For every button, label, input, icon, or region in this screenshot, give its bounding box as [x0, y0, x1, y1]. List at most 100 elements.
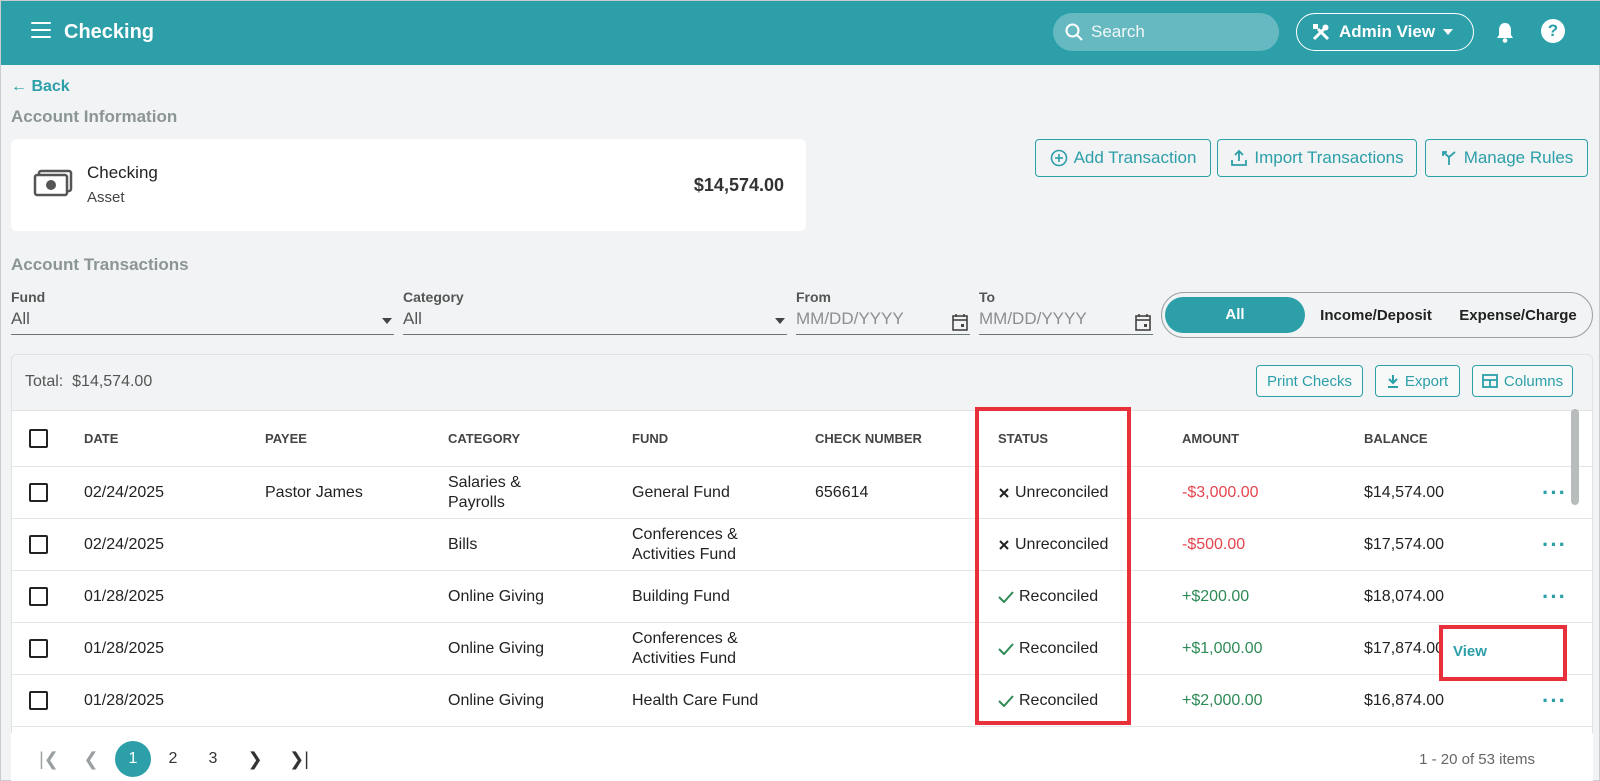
search-box[interactable] — [1053, 13, 1279, 51]
columns-icon — [1482, 374, 1498, 388]
toggle-expense-charge[interactable]: Expense/Charge — [1447, 307, 1589, 324]
row-checkbox[interactable] — [29, 535, 48, 554]
upload-icon — [1231, 149, 1248, 166]
to-date-placeholder: MM/DD/YYYY — [979, 309, 1087, 328]
page-3[interactable]: 3 — [195, 741, 231, 777]
row-checkbox[interactable] — [29, 587, 48, 606]
row-checkbox[interactable] — [29, 483, 48, 502]
table-row: 01/28/2025 Online Giving Building Fund R… — [12, 571, 1592, 623]
col-amount[interactable]: AMOUNT — [1182, 411, 1239, 466]
row-category: Online Giving — [448, 587, 545, 605]
more-actions-icon[interactable]: ··· — [1542, 467, 1567, 518]
from-date-field[interactable]: From MM/DD/YYYY — [796, 289, 970, 335]
transaction-type-toggle: All Income/Deposit Expense/Charge — [1161, 292, 1593, 338]
more-actions-icon[interactable]: ··· — [1542, 675, 1567, 726]
rules-split-icon — [1441, 151, 1456, 165]
back-link[interactable]: ← Back — [11, 78, 70, 96]
fund-filter-label: Fund — [11, 289, 46, 305]
more-actions-icon[interactable]: ··· — [1542, 519, 1567, 570]
export-label: Export — [1404, 372, 1449, 390]
row-balance: $18,074.00 — [1364, 587, 1445, 605]
last-page-icon[interactable]: ❯| — [281, 741, 317, 777]
toggle-income-deposit[interactable]: Income/Deposit — [1305, 307, 1447, 324]
row-amount: +$200.00 — [1182, 587, 1250, 605]
col-fund[interactable]: FUND — [632, 411, 668, 466]
row-status-label: Reconciled — [1019, 639, 1099, 657]
toggle-all[interactable]: All — [1165, 297, 1305, 333]
transactions-table: Total: $14,574.00 Print Checks Export Co… — [11, 354, 1593, 781]
more-actions-icon[interactable]: ··· — [1542, 571, 1567, 622]
chevron-down-icon — [1443, 29, 1454, 35]
next-page-icon[interactable]: ❯ — [237, 741, 273, 777]
row-status-label: Reconciled — [1019, 587, 1099, 605]
page-2[interactable]: 2 — [155, 741, 191, 777]
row-status: Reconciled — [998, 571, 1098, 622]
plus-circle-icon — [1050, 149, 1067, 167]
row-select-cell — [29, 571, 48, 622]
row-status-label: Unreconciled — [1015, 535, 1109, 553]
help-icon[interactable]: ? — [1541, 19, 1565, 43]
add-transaction-button[interactable]: Add Transaction — [1035, 139, 1211, 177]
row-date: 02/24/2025 — [84, 535, 165, 553]
table-row: 02/24/2025 Pastor James Salaries & Payro… — [12, 467, 1592, 519]
category-filter-value: All — [403, 309, 422, 328]
import-transactions-button[interactable]: Import Transactions — [1217, 139, 1417, 177]
export-button[interactable]: Export — [1375, 365, 1460, 397]
to-date-field[interactable]: To MM/DD/YYYY — [979, 289, 1153, 335]
table-row: 01/28/2025 Online Giving Conferences & A… — [12, 623, 1592, 675]
row-category: Salaries & Payrolls — [448, 473, 521, 511]
manage-rules-button[interactable]: Manage Rules — [1425, 139, 1588, 177]
download-icon — [1387, 375, 1398, 388]
first-page-icon[interactable]: |❮ — [31, 741, 67, 777]
account-info-title: Account Information — [11, 107, 178, 126]
bell-icon[interactable] — [1495, 21, 1515, 43]
hamburger-menu-icon[interactable] — [31, 22, 51, 40]
row-check-number: 656614 — [815, 483, 869, 501]
calendar-icon[interactable] — [1135, 313, 1151, 331]
account-summary-card: Checking Asset $14,574.00 — [11, 139, 806, 231]
total-value: $14,574.00 — [72, 373, 153, 390]
tools-icon — [1312, 24, 1330, 41]
row-date: 01/28/2025 — [84, 691, 165, 709]
row-category: Bills — [448, 535, 478, 553]
calendar-icon[interactable] — [952, 313, 968, 331]
col-balance[interactable]: BALANCE — [1364, 411, 1428, 466]
category-filter[interactable]: Category All — [403, 289, 787, 335]
select-all-checkbox[interactable] — [29, 429, 48, 448]
fund-filter[interactable]: Fund All — [11, 289, 394, 335]
total-label: Total: — [25, 373, 64, 390]
prev-page-icon[interactable]: ❮ — [73, 741, 109, 777]
money-icon — [33, 169, 73, 197]
table-row: 01/28/2025 Online Giving Health Care Fun… — [12, 675, 1592, 727]
col-category[interactable]: CATEGORY — [448, 411, 520, 466]
col-payee[interactable]: PAYEE — [265, 411, 307, 466]
fund-filter-value: All — [11, 309, 30, 328]
col-check-number[interactable]: CHECK NUMBER — [815, 411, 922, 466]
print-checks-button[interactable]: Print Checks — [1256, 365, 1363, 397]
columns-button[interactable]: Columns — [1472, 365, 1573, 397]
admin-view-dropdown[interactable]: Admin View — [1296, 13, 1474, 51]
row-checkbox[interactable] — [29, 639, 48, 658]
category-filter-label: Category — [403, 289, 464, 305]
page-title: Checking — [64, 21, 155, 43]
row-action-menu: View — [1439, 625, 1567, 681]
row-status-label: Reconciled — [1019, 691, 1099, 709]
col-date[interactable]: DATE — [84, 411, 118, 466]
add-transaction-label: Add Transaction — [1073, 148, 1197, 167]
row-checkbox[interactable] — [29, 691, 48, 710]
page-1[interactable]: 1 — [115, 741, 151, 777]
row-status-label: Unreconciled — [1015, 483, 1109, 501]
from-date-label: From — [796, 289, 831, 305]
search-input[interactable] — [1091, 22, 1261, 42]
row-select-cell — [29, 675, 48, 726]
col-status[interactable]: STATUS — [998, 411, 1048, 466]
row-select-cell — [29, 623, 48, 674]
account-balance: $14,574.00 — [693, 175, 784, 195]
row-amount: +$2,000.00 — [1182, 691, 1263, 709]
table-scrollbar[interactable] — [1571, 409, 1579, 505]
view-menu-item[interactable]: View — [1453, 643, 1487, 660]
row-balance: $16,874.00 — [1364, 691, 1445, 709]
select-all-cell — [29, 411, 48, 466]
items-summary: 1 - 20 of 53 items — [1419, 751, 1535, 768]
row-amount: -$3,000.00 — [1182, 483, 1259, 501]
